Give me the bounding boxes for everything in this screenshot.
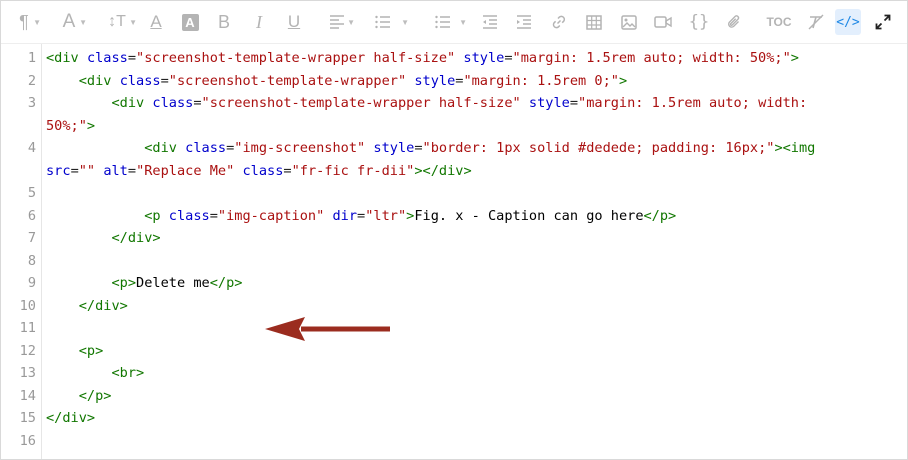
chevron-down-icon: ▼ — [459, 18, 467, 27]
line-number: 11 — [19, 320, 36, 336]
underline-icon: U — [287, 12, 301, 31]
line-number: 6 — [27, 207, 36, 224]
unordered-list-button[interactable]: ▼ — [421, 9, 467, 35]
line-number: 2 — [27, 72, 36, 89]
font-size-button[interactable]: ↕T ▼ — [97, 9, 137, 35]
line-number: 5 — [27, 185, 36, 201]
table-icon — [586, 14, 602, 30]
code-line[interactable]: </div> — [46, 295, 896, 318]
video-icon — [654, 15, 672, 29]
align-icon — [329, 15, 345, 29]
insert-video-button[interactable] — [652, 9, 674, 35]
code-line[interactable]: <div class="screenshot-template-wrapper"… — [46, 70, 896, 93]
code-line[interactable]: </div> — [46, 227, 896, 250]
ordered-list-icon — [375, 15, 391, 29]
fullscreen-icon — [875, 14, 891, 30]
insert-image-button[interactable] — [618, 9, 640, 35]
font-size-icon: ↕T — [108, 13, 126, 30]
code-line[interactable]: <div class="img-screenshot" style="borde… — [46, 137, 896, 160]
insert-link-button[interactable] — [547, 9, 571, 35]
attachment-icon — [726, 14, 742, 30]
italic-button[interactable]: I — [248, 9, 270, 35]
code-block-icon: {} — [688, 12, 710, 32]
annotation-arrow-icon — [265, 317, 390, 341]
line-number: 16 — [19, 432, 36, 449]
code-line[interactable]: <div class="screenshot-template-wrapper … — [46, 92, 896, 115]
bold-button[interactable]: B — [213, 9, 235, 35]
code-line[interactable]: <div class="screenshot-template-wrapper … — [46, 47, 896, 70]
text-color-button[interactable]: A — [145, 9, 167, 35]
code-line[interactable]: <p> — [46, 340, 896, 363]
line-number: 10 — [19, 297, 36, 314]
chevron-down-icon: ▼ — [79, 18, 87, 27]
line-number: 1 — [27, 50, 36, 66]
toc-icon: TOC — [766, 15, 792, 29]
line-number-gutter: 1 2 3 4 5 6 7 8 9 10 11 12 13 14 15 16 — [1, 44, 42, 459]
table-of-contents-button[interactable]: TOC — [765, 9, 793, 35]
ordered-list-button[interactable]: ▼ — [365, 9, 409, 35]
code-view-button[interactable]: </> — [835, 9, 861, 35]
image-icon — [621, 14, 637, 30]
editor-toolbar: ¶ ▼ A ▼ ↕T ▼ A A B I U ▼ ▼ ▼ {} TOC </> — [1, 1, 907, 44]
unordered-list-icon — [435, 15, 451, 29]
background-color-button[interactable]: A — [179, 9, 201, 35]
line-number: 12 — [19, 342, 36, 359]
line-number: 4 — [27, 140, 36, 156]
indent-button[interactable] — [513, 9, 535, 35]
code-editor[interactable]: 1 2 3 4 5 6 7 8 9 10 11 12 13 14 15 16 <… — [1, 44, 907, 459]
line-number: 14 — [19, 387, 36, 404]
line-number: 8 — [27, 252, 36, 269]
font-family-icon: A — [62, 11, 76, 32]
underline-button[interactable]: U — [283, 9, 305, 35]
outdent-icon — [482, 15, 498, 29]
chevron-down-icon: ▼ — [347, 18, 355, 27]
line-number: 13 — [19, 365, 36, 381]
paragraph-format-button[interactable]: ¶ ▼ — [7, 9, 41, 35]
editor-window: ¶ ▼ A ▼ ↕T ▼ A A B I U ▼ ▼ ▼ {} TOC </> … — [0, 0, 908, 460]
code-line-wrapped[interactable]: src="" alt="Replace Me" class="fr-fic fr… — [46, 160, 896, 183]
italic-icon: I — [256, 11, 262, 32]
font-family-button[interactable]: A ▼ — [51, 9, 87, 35]
code-line[interactable]: <p class="img-caption" dir="ltr">Fig. x … — [46, 205, 896, 228]
bold-icon: B — [217, 11, 230, 32]
background-color-icon: A — [181, 13, 199, 31]
code-line[interactable]: </p> — [46, 385, 896, 408]
code-line[interactable]: </div> — [46, 407, 896, 430]
clear-formatting-icon — [807, 14, 825, 30]
indent-icon — [516, 15, 532, 29]
line-number: 15 — [19, 410, 36, 426]
fullscreen-button[interactable] — [871, 9, 895, 35]
code-line[interactable]: <br> — [46, 362, 896, 385]
align-button[interactable]: ▼ — [319, 9, 355, 35]
insert-attachment-button[interactable] — [723, 9, 745, 35]
code-block-button[interactable]: {} — [687, 9, 711, 35]
line-number: 9 — [27, 275, 36, 291]
insert-table-button[interactable] — [583, 9, 605, 35]
text-color-icon: A — [150, 12, 162, 31]
chevron-down-icon: ▼ — [33, 18, 41, 27]
code-line-delete-me[interactable]: <p>Delete me</p> — [46, 272, 896, 295]
chevron-down-icon: ▼ — [401, 18, 409, 27]
outdent-button[interactable] — [479, 9, 501, 35]
code-view-icon: </> — [836, 14, 860, 30]
chevron-down-icon: ▼ — [129, 18, 137, 27]
code-line-wrapped[interactable]: 50%;"> — [46, 115, 896, 138]
line-number: 7 — [27, 230, 36, 246]
link-icon — [551, 14, 567, 30]
paragraph-format-icon: ¶ — [19, 11, 29, 32]
clear-formatting-button[interactable] — [803, 9, 829, 35]
line-number: 3 — [27, 95, 36, 111]
